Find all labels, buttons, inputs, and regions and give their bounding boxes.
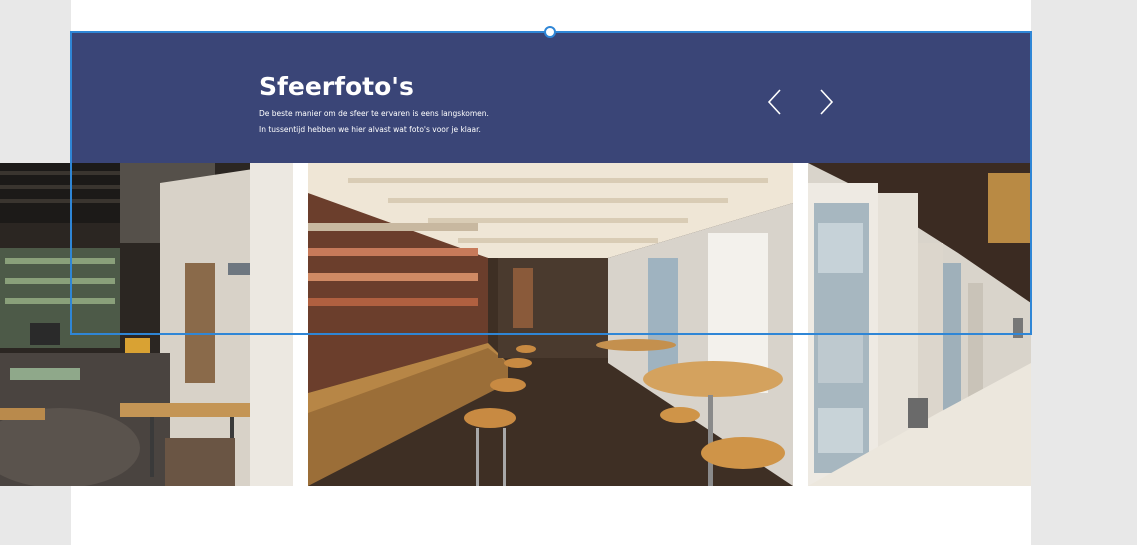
slide-window-hallway[interactable] [808, 163, 1031, 486]
chevron-right-icon [820, 89, 834, 115]
chevron-left-icon [767, 89, 781, 115]
section-header-band [71, 32, 1031, 163]
bar-counter-photo [308, 163, 793, 486]
window-hallway-photo [808, 163, 1031, 486]
cafe-interior-photo [0, 163, 293, 486]
section-subtitle-line-1: De beste manier om de sfeer te ervaren i… [259, 109, 489, 118]
section-subtitle-line-2: In tussentijd hebben we hier alvast wat … [259, 125, 481, 134]
slide-cafe-interior[interactable] [0, 163, 293, 486]
slider-next-button[interactable] [815, 88, 837, 116]
section-resize-handle[interactable] [544, 26, 556, 38]
slide-bar-counter[interactable] [308, 163, 793, 486]
slider-prev-button[interactable] [764, 88, 786, 116]
section-title: Sfeerfoto's [259, 72, 414, 101]
